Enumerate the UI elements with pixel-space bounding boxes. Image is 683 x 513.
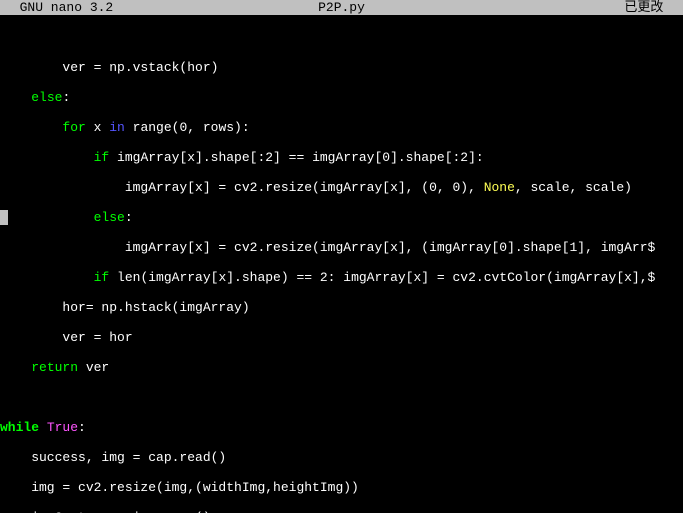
code-line: return ver [0,360,683,375]
code-line: for x in range(0, rows): [0,120,683,135]
code-line: hor= np.hstack(imgArray) [0,300,683,315]
code-line: imgArray[x] = cv2.resize(imgArray[x], (0… [0,180,683,195]
titlebar: GNU nano 3.2 P2P.py 已更改 [0,0,683,15]
code-line [0,30,683,45]
file-name: P2P.py [318,0,365,15]
code-line: ver = np.vstack(hor) [0,60,683,75]
code-line: if imgArray[x].shape[:2] == imgArray[0].… [0,150,683,165]
code-line: ver = hor [0,330,683,345]
app-name: GNU nano 3.2 [4,0,113,15]
code-line: while True: [0,420,683,435]
code-line: else: [0,90,683,105]
code-line [0,390,683,405]
cursor [0,210,8,225]
code-line: img = cv2.resize(img,(widthImg,heightImg… [0,480,683,495]
editor-area[interactable]: ver = np.vstack(hor) else: for x in rang… [0,15,683,513]
code-line: imgArray[x] = cv2.resize(imgArray[x], (i… [0,240,683,255]
code-line: success, img = cap.read() [0,450,683,465]
code-line: else: [0,210,683,225]
modified-status: 已更改 [624,0,679,15]
code-line: if len(imgArray[x].shape) == 2: imgArray… [0,270,683,285]
